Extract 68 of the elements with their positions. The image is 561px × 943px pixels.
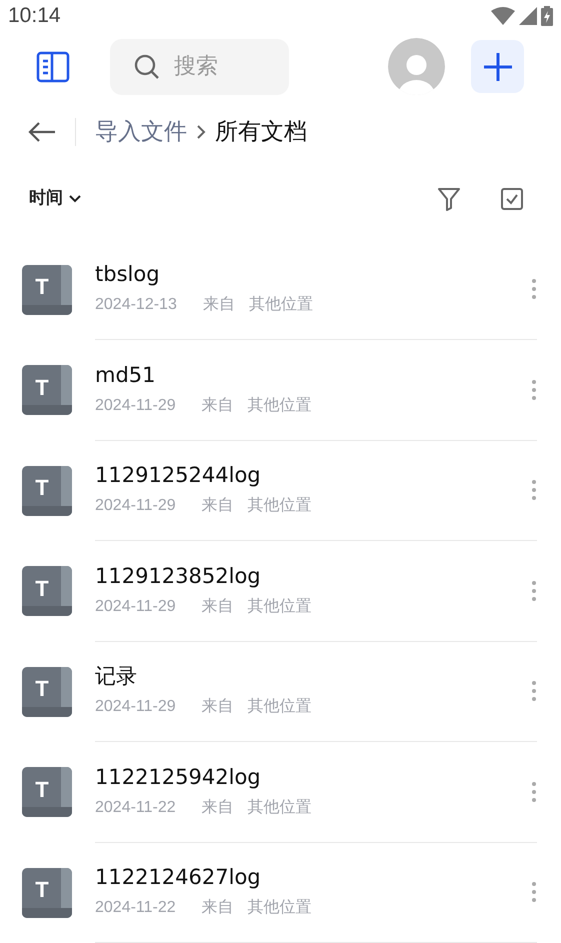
more-options-icon[interactable] [531, 278, 537, 300]
file-list-item[interactable]: T 1129123852log 2024-11-29 来自 其他位置 [0, 541, 561, 642]
file-source: 其他位置 [248, 294, 313, 316]
avatar-icon[interactable] [388, 38, 445, 96]
text-file-icon: T [22, 365, 72, 416]
file-list-item[interactable]: T 1122124627log 2024-11-22 来自 其他位置 [0, 842, 561, 943]
file-source-label: 来自 [202, 798, 234, 818]
more-options-icon[interactable] [531, 680, 537, 702]
file-list-item[interactable]: T 1129125244log 2024-11-29 来自 其他位置 [0, 440, 561, 541]
file-name: tbslog [95, 261, 161, 288]
file-source: 其他位置 [248, 396, 312, 416]
text-file-icon: T [22, 466, 72, 516]
caret-down-icon [69, 195, 81, 204]
file-source: 其他位置 [248, 898, 312, 918]
file-source: 其他位置 [248, 596, 312, 617]
search-icon [134, 54, 160, 80]
file-list-item[interactable]: T 1122125942log 2024-11-22 来自 其他位置 [0, 742, 561, 842]
file-source-label: 来自 [202, 596, 234, 617]
file-name: md51 [95, 362, 157, 388]
file-source-label: 来自 [202, 396, 234, 416]
file-list-item[interactable]: T tbslog 2024-12-13 来自 其他位置 [0, 240, 561, 340]
file-source: 其他位置 [248, 696, 312, 718]
battery-icon [541, 6, 553, 26]
filter-icon[interactable] [437, 187, 461, 212]
more-options-icon[interactable] [531, 378, 537, 401]
file-date: 2024-12-13 [95, 295, 177, 316]
more-options-icon[interactable] [531, 881, 537, 904]
more-options-icon[interactable] [531, 780, 537, 803]
more-options-icon[interactable] [531, 580, 537, 602]
sort-dropdown[interactable]: 时间 [29, 186, 81, 212]
text-file-icon: T [22, 264, 72, 315]
file-name: 1122125942log [95, 764, 262, 790]
file-name: 记录 [95, 663, 138, 690]
search-bar[interactable]: 搜索 [110, 38, 289, 95]
file-list-item[interactable]: T 记录 2024-11-29 来自 其他位置 [0, 642, 561, 742]
file-name: 1122124627log [95, 864, 262, 890]
more-options-icon[interactable] [531, 479, 537, 502]
status-time: 10:14 [8, 3, 61, 29]
wifi-icon [491, 6, 515, 25]
sidebar-toggle-icon[interactable] [36, 50, 70, 84]
plus-icon [482, 52, 512, 82]
text-file-icon: T [22, 868, 72, 918]
text-file-icon: T [22, 566, 72, 616]
file-date: 2024-11-29 [95, 496, 176, 516]
file-source: 其他位置 [248, 496, 312, 516]
file-source-label: 来自 [202, 898, 234, 918]
text-file-icon: T [22, 666, 72, 717]
file-name: 1129123852log [95, 562, 262, 589]
file-date: 2024-11-29 [95, 697, 176, 718]
breadcrumb-current: 所有文档 [215, 118, 307, 147]
file-date: 2024-11-22 [95, 798, 176, 818]
file-date: 2024-11-29 [95, 396, 176, 416]
file-source-label: 来自 [202, 294, 235, 316]
back-arrow-icon[interactable] [28, 120, 56, 143]
file-name: 1129125244log [95, 462, 262, 488]
file-date: 2024-11-29 [95, 596, 176, 617]
file-list-item[interactable]: T md51 2024-11-29 来自 其他位置 [0, 340, 561, 440]
file-source-label: 来自 [202, 696, 234, 718]
file-date: 2024-11-22 [95, 898, 176, 918]
signal-icon [519, 6, 537, 25]
select-checkbox-icon[interactable] [501, 188, 523, 210]
file-source-label: 来自 [202, 496, 234, 516]
chevron-right-icon [196, 124, 206, 140]
breadcrumb-link[interactable]: 导入文件 [95, 114, 187, 150]
text-file-icon: T [22, 767, 72, 818]
add-button[interactable] [471, 40, 524, 94]
search-field[interactable]: 搜索 [174, 50, 264, 84]
file-source: 其他位置 [248, 798, 312, 818]
